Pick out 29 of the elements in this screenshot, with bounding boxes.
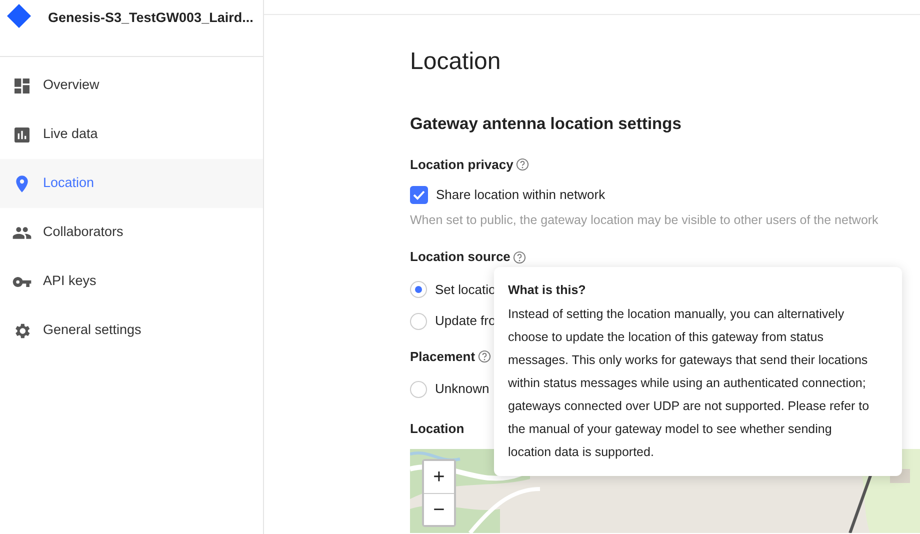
sidebar-item[interactable]: Collaborators [0, 208, 263, 257]
field-label: Location [410, 420, 464, 438]
section-title: Gateway antenna location settings [410, 114, 682, 135]
radio-button[interactable] [410, 312, 427, 330]
checkbox-label: Share location within network [436, 186, 606, 204]
sidebar-item[interactable]: Live data [0, 110, 263, 159]
zoom-out-button[interactable]: − [424, 493, 454, 526]
sidebar-item[interactable]: Location [0, 159, 263, 208]
field-label: Placement [410, 348, 476, 366]
checkbox[interactable] [410, 186, 428, 204]
help-icon[interactable] [513, 250, 526, 264]
page-title: Location [410, 48, 502, 77]
sidebar-item[interactable]: Overview [0, 61, 263, 110]
radio-button[interactable] [410, 380, 427, 398]
radio-label: Set locatio [435, 280, 496, 299]
help-icon[interactable] [478, 350, 492, 364]
field-label: Location privacy [410, 156, 514, 174]
field-label: Location source [410, 248, 510, 266]
chart-icon [12, 124, 32, 144]
gateway-name: Genesis-S3_TestGW003_Laird... [48, 9, 254, 27]
help-icon[interactable] [516, 158, 530, 171]
sidebar-item[interactable]: General settings [0, 306, 263, 355]
tooltip-title: What is this? [508, 282, 587, 299]
tooltip-text: Instead of setting the location manually, you can alternatively choose to update the location of this gateway from status messages. This only works for gateways that send their locations within status messages while using an authenticated connection; gateways connected over UDP are not supported. Please refer to the manual of your gateway model to see whether sending location data is supported. [508, 306, 870, 461]
dashboard-icon [12, 76, 32, 96]
radio-label: Unknown [435, 380, 490, 398]
hint-text: When set to public, the gateway location may be visible to other users of the network [410, 212, 880, 229]
radio-button[interactable] [410, 281, 427, 298]
sidebar-item[interactable]: API keys [0, 257, 263, 306]
